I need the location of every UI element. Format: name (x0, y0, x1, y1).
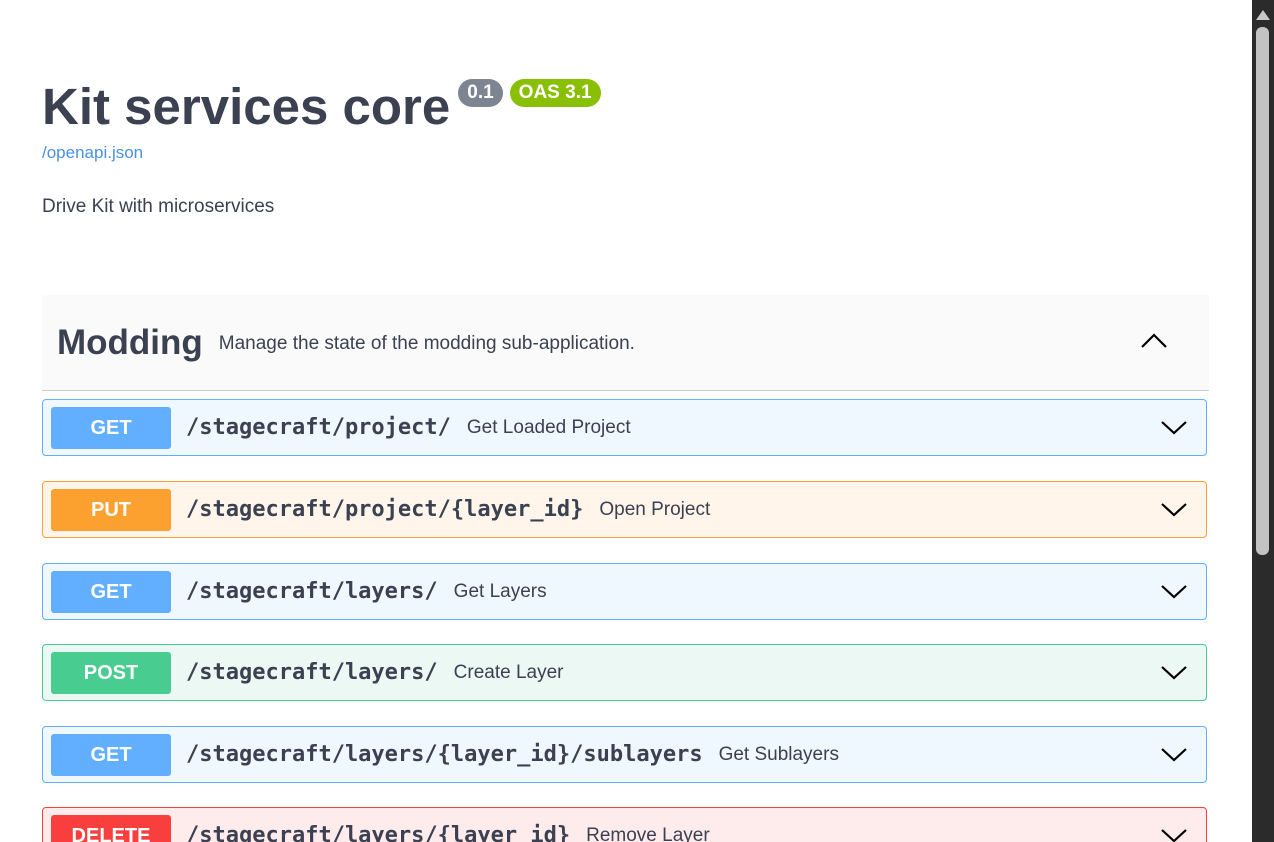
operation-path: /stagecraft/project/ (186, 415, 451, 440)
oas-badge: OAS 3.1 (509, 79, 601, 107)
tag-name: Modding (57, 322, 203, 362)
method-badge: GET (51, 570, 171, 613)
tag-description: Manage the state of the modding sub-appl… (218, 332, 635, 354)
operation-summary: Remove Layer (586, 824, 710, 842)
method-badge: PUT (51, 488, 171, 531)
title-row: Kit services core 0.1 OAS 3.1 (42, 78, 608, 136)
operation-block[interactable]: GET /stagecraft/layers/ Get Layers (42, 563, 1207, 620)
chevron-up-icon[interactable] (1139, 330, 1169, 352)
operation-block[interactable]: GET /stagecraft/layers/{layer_id}/sublay… (42, 726, 1207, 783)
chevron-down-icon[interactable] (1160, 581, 1188, 601)
operation-path: /stagecraft/project/{layer_id} (186, 497, 584, 522)
operation-path: /stagecraft/layers/{layer_id} (186, 823, 571, 842)
api-info: Kit services core 0.1 OAS 3.1 (42, 78, 608, 136)
operation-summary: Get Loaded Project (466, 416, 631, 438)
page-title: Kit services core (42, 78, 451, 135)
chevron-down-icon[interactable] (1160, 499, 1188, 519)
api-description: Drive Kit with microservices (42, 196, 275, 217)
tag-header[interactable]: Modding Manage the state of the modding … (42, 295, 1209, 391)
method-badge: GET (51, 733, 171, 776)
operation-path: /stagecraft/layers/{layer_id}/sublayers (186, 742, 703, 767)
method-badge: DELETE (51, 814, 171, 842)
operation-path: /stagecraft/layers/ (186, 579, 438, 604)
openapi-json-link[interactable]: /openapi.json (42, 143, 143, 163)
badges: 0.1 OAS 3.1 (458, 79, 607, 107)
operation-path: /stagecraft/layers/ (186, 660, 438, 685)
chevron-down-icon[interactable] (1160, 662, 1188, 682)
operation-summary: Open Project (599, 498, 711, 520)
swagger-page: Kit services core 0.1 OAS 3.1 /openapi.j… (0, 0, 1252, 842)
scrollbar-thumb[interactable] (1256, 27, 1269, 555)
method-badge: GET (51, 406, 171, 449)
operation-summary: Create Layer (453, 661, 564, 683)
operation-block[interactable]: POST /stagecraft/layers/ Create Layer (42, 644, 1207, 701)
operation-summary: Get Sublayers (718, 743, 839, 765)
vertical-scrollbar[interactable] (1252, 0, 1274, 842)
operation-block[interactable]: GET /stagecraft/project/ Get Loaded Proj… (42, 399, 1207, 456)
scroll-up-arrow-icon[interactable] (1256, 10, 1270, 20)
version-badge: 0.1 (458, 79, 503, 107)
chevron-down-icon[interactable] (1160, 417, 1188, 437)
operation-block[interactable]: DELETE /stagecraft/layers/{layer_id} Rem… (42, 807, 1207, 842)
operation-summary: Get Layers (453, 580, 547, 602)
operation-block[interactable]: PUT /stagecraft/project/{layer_id} Open … (42, 481, 1207, 538)
chevron-down-icon[interactable] (1160, 744, 1188, 764)
chevron-down-icon[interactable] (1160, 825, 1188, 842)
tag-section-modding: Modding Manage the state of the modding … (42, 295, 1209, 842)
method-badge: POST (51, 651, 171, 694)
